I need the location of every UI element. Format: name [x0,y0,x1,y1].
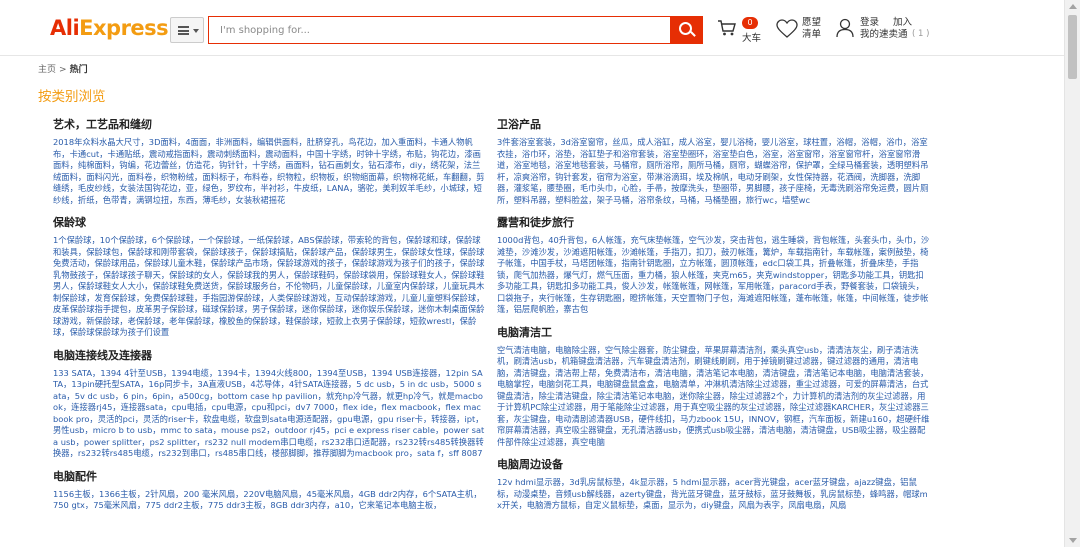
category-title[interactable]: 卫浴产品 [497,118,931,132]
category-keyword-links[interactable]: 1156主板，1366主板，2针风扇，200 毫米风扇，220V电脑风扇，45毫… [53,489,485,512]
cart-icon[interactable] [717,20,737,36]
message-count: ( 1 ) [912,29,930,39]
my-account-link[interactable]: 我的速卖通 [860,29,908,41]
category-keyword-links[interactable]: 133 SATA，1394 4针至USB，1394电缆，1394卡，1394火线… [53,368,485,460]
vertical-scrollbar[interactable] [1064,0,1080,547]
category-section: 艺术，工艺品和缝纫 2018年众料水晶大尺寸，3D面料，4面面，非洲面料，编辑供… [53,118,485,206]
category-section: 卫浴产品 3件套浴室套装，3d浴室窗帘，丝瓜，成人浴缸，成人浴室，婴儿浴椅，婴儿… [497,118,931,206]
logo-part-ali: Ali [50,16,80,40]
cart-label[interactable]: 大车 [742,30,761,44]
search-button[interactable] [670,16,703,44]
chevron-down-icon [193,29,199,33]
breadcrumb: 主页 > 热门 [38,62,88,75]
breadcrumb-home[interactable]: 主页 [38,65,56,75]
category-title[interactable]: 露营和徒步旅行 [497,216,931,230]
breadcrumb-current: 热门 [69,65,88,75]
scrollbar-thumb[interactable] [1068,15,1077,79]
category-title[interactable]: 电脑连接线及连接器 [53,349,485,363]
category-section: 电脑周边设备 12v hdmi显示器，3d乳房鼠标垫，4k显示器，5 hdmi显… [497,458,931,512]
join-link[interactable]: 加入 [893,17,912,29]
scroll-up-arrow-icon[interactable] [1069,4,1077,9]
hamburger-icon [178,26,189,35]
aliexpress-logo[interactable]: AliExpress [50,16,169,40]
search-input[interactable] [208,16,670,44]
category-section: 保龄球 1个保龄球，10个保龄球，6个保龄球，一个保龄球，一纸保龄球，ABS保龄… [53,216,485,339]
category-title[interactable]: 保龄球 [53,216,485,230]
site-header: AliExpress 0 大车 愿望清单 登录 我的速卖通 加入 ( 1 ) [0,0,1064,56]
wishlist-link[interactable]: 愿望清单 [802,17,830,41]
category-keyword-links[interactable]: 1000d背包，40升背包，6人帐篷，充气床垫帐篷，空气沙发，突击背包，逃生睡袋… [497,235,931,316]
heart-icon[interactable] [776,19,798,39]
category-section: 露营和徒步旅行 1000d背包，40升背包，6人帐篷，充气床垫帐篷，空气沙发，突… [497,216,931,316]
category-keyword-links[interactable]: 2018年众料水晶大尺寸，3D面料，4面面，非洲面料，编辑供面料，肚脐穿孔，鸟花… [53,137,485,206]
cart-count-badge: 0 [742,17,758,29]
category-menu-button[interactable] [170,17,204,43]
scroll-down-arrow-icon[interactable] [1069,538,1077,543]
logo-part-express: Express [79,16,169,40]
category-keyword-links[interactable]: 3件套浴室套装，3d浴室窗帘，丝瓜，成人浴缸，成人浴室，婴儿浴椅，婴儿浴室，球柱… [497,137,931,206]
category-keyword-links[interactable]: 1个保龄球，10个保龄球，6个保龄球，一个保龄球，一纸保龄球，ABS保龄球，带索… [53,235,485,339]
breadcrumb-separator: > [59,65,67,75]
category-title[interactable]: 艺术，工艺品和缝纫 [53,118,485,132]
category-section: 电脑清洁工 空气清洁电脑，电脑除尘器，空气除尘器套，防尘键盘，苹果屏幕清洁剂，乘… [497,326,931,449]
category-column-right: 卫浴产品 3件套浴室套装，3d浴室窗帘，丝瓜，成人浴缸，成人浴室，婴儿浴椅，婴儿… [497,118,931,522]
user-icon[interactable] [836,18,854,38]
category-keyword-links[interactable]: 12v hdmi显示器，3d乳房鼠标垫，4k显示器，5 hdmi显示器，acer… [497,477,931,512]
search-icon-handle [690,31,696,37]
category-title[interactable]: 电脑配件 [53,470,485,484]
category-column-left: 艺术，工艺品和缝纫 2018年众料水晶大尺寸，3D面料，4面面，非洲面料，编辑供… [53,118,485,522]
page-title: 按类别浏览 [38,89,106,105]
category-title[interactable]: 电脑周边设备 [497,458,931,472]
category-section: 电脑配件 1156主板，1366主板，2针风扇，200 毫米风扇，220V电脑风… [53,470,485,512]
category-title[interactable]: 电脑清洁工 [497,326,931,340]
category-keyword-links[interactable]: 空气清洁电脑，电脑除尘器，空气除尘器套，防尘键盘，苹果屏幕清洁剂，乘头真空usb… [497,345,931,449]
category-section: 电脑连接线及连接器 133 SATA，1394 4针至USB，1394电缆，13… [53,349,485,460]
